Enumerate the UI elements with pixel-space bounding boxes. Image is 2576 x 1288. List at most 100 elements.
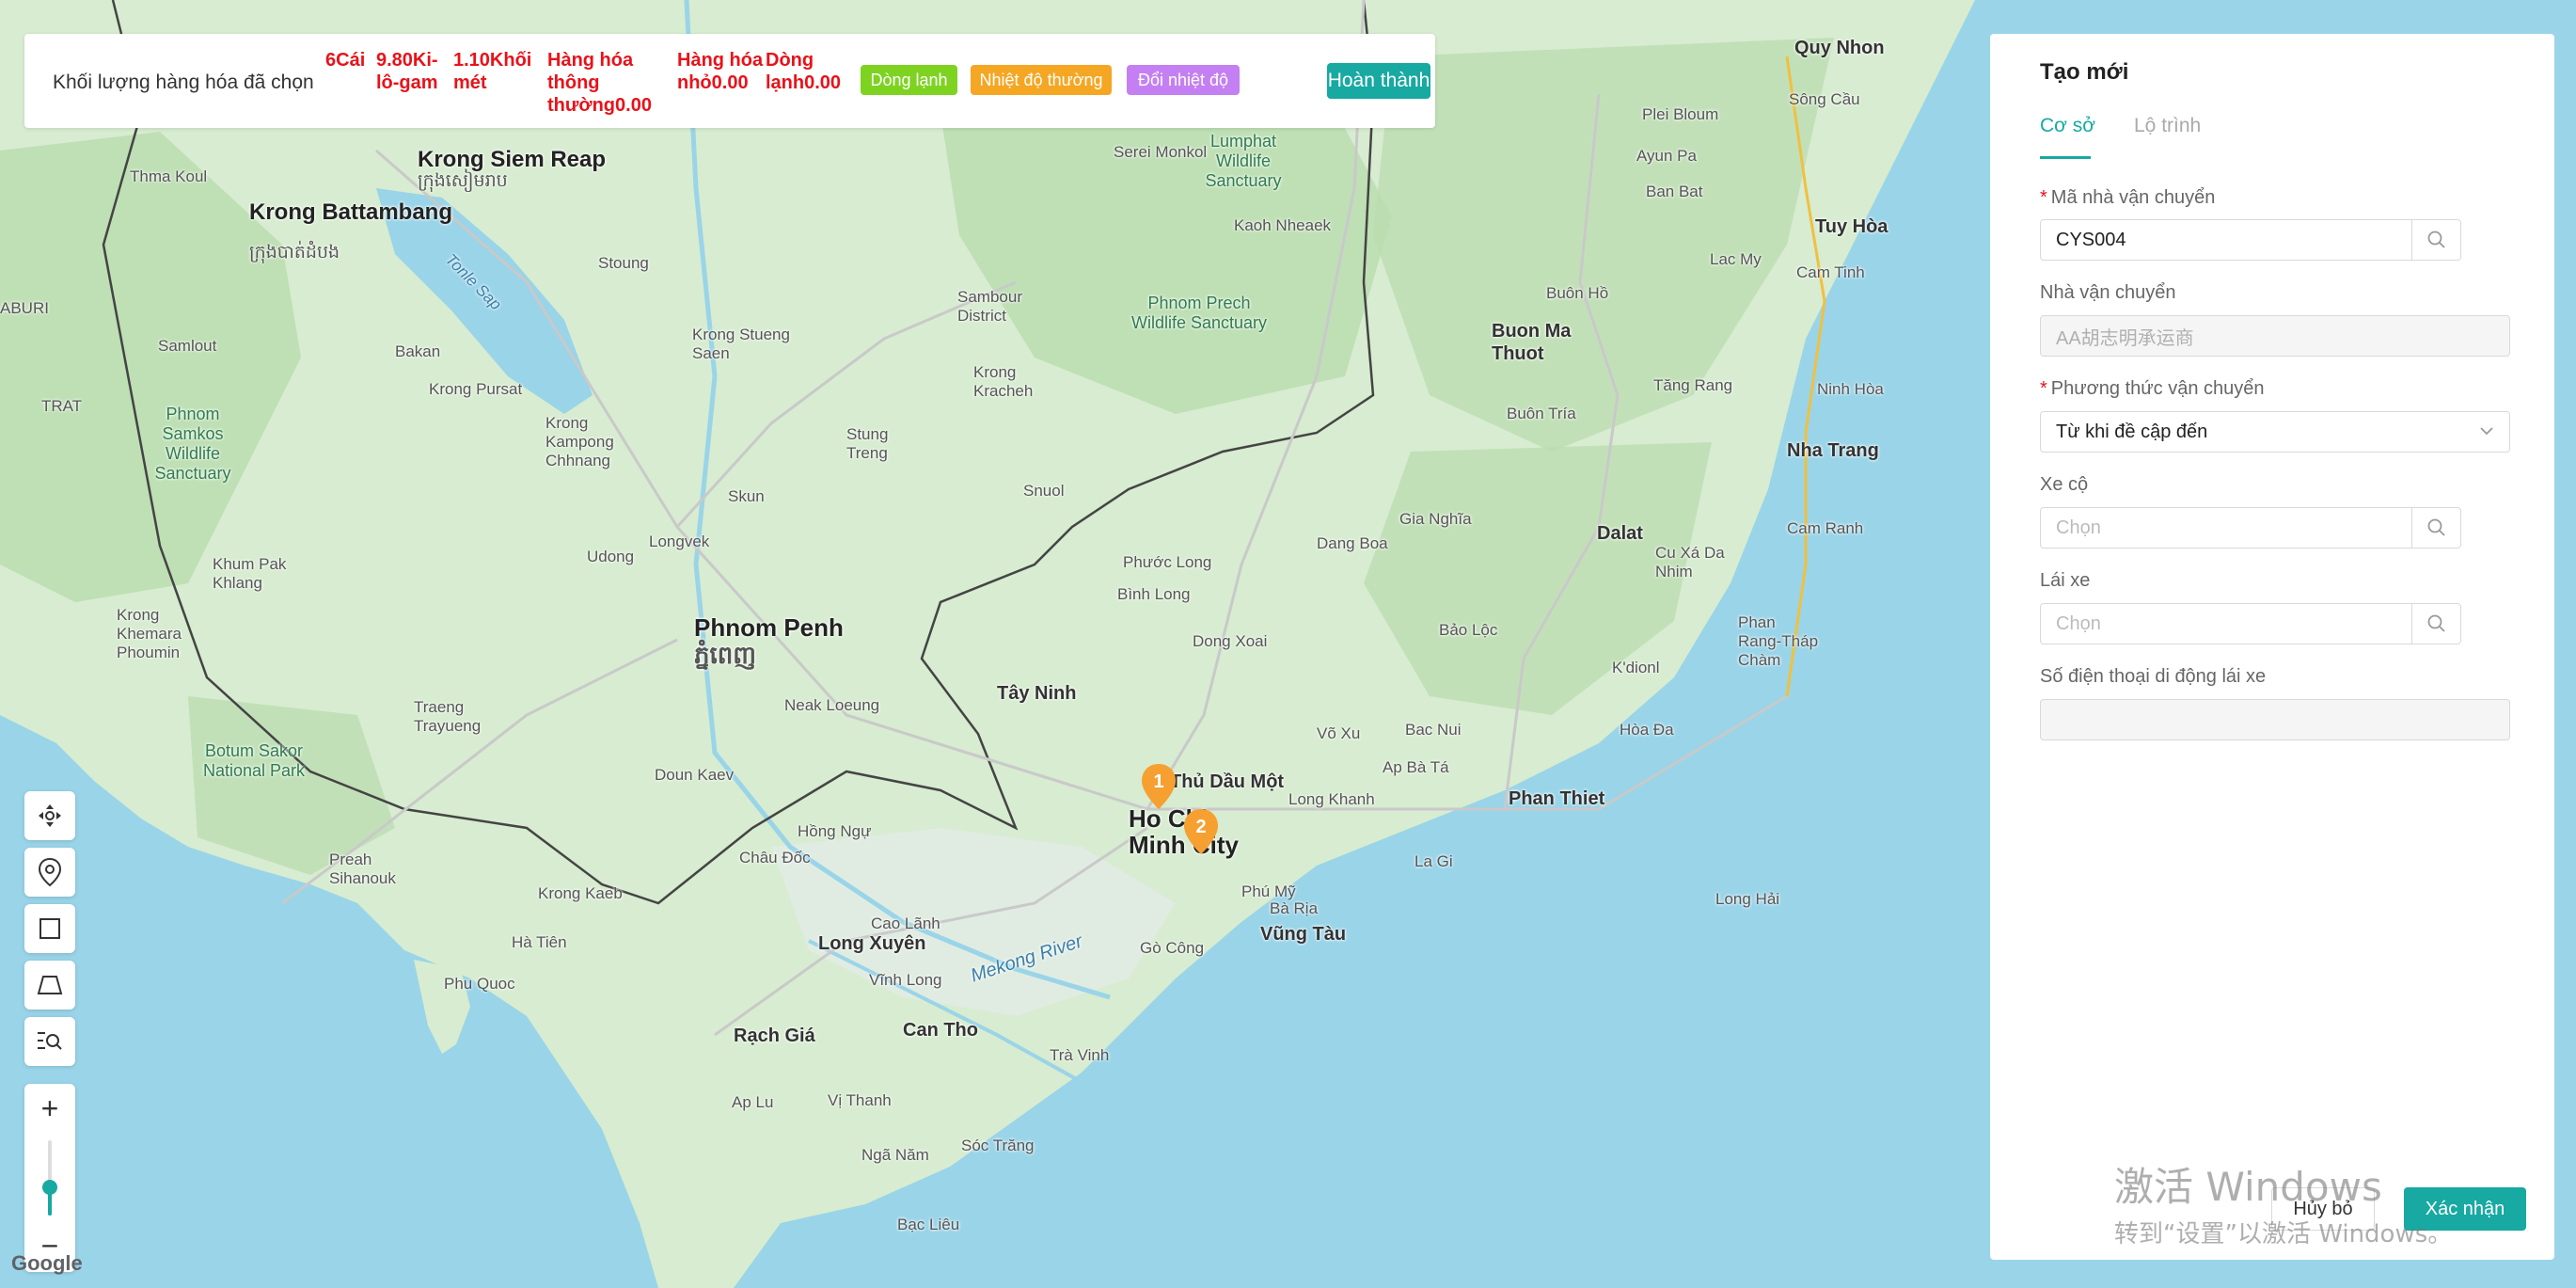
map-label-place: Long Hải xyxy=(1715,890,1780,908)
map-label-city: Nha Trang xyxy=(1787,440,1879,461)
map-label-place: Sóc Trăng xyxy=(961,1137,1035,1154)
map-label-place: Krong Kaeb xyxy=(538,884,623,902)
chevron-down-icon xyxy=(2480,427,2493,436)
list-search-icon xyxy=(38,1032,62,1050)
map-label-place: Bạc Liêu xyxy=(897,1216,960,1233)
tab-route[interactable]: Lộ trình xyxy=(2134,115,2201,137)
route-marker-label: 2 xyxy=(1195,817,1206,837)
tab-active-indicator xyxy=(2040,156,2091,159)
cargo-volume: 1.10Khối mét xyxy=(453,50,532,93)
map-label-place: Cam Tinh xyxy=(1796,263,1865,281)
search-icon xyxy=(2427,518,2445,536)
zoom-slider-handle[interactable] xyxy=(42,1180,57,1195)
vehicle-search-button[interactable] xyxy=(2411,508,2460,548)
create-panel: Tạo mới Cơ sở Lộ trình * Mã nhà vận chuyể… xyxy=(1990,34,2554,1260)
cargo-count: 6Cái xyxy=(325,50,366,71)
map-label-city: ភ្នំពេញ xyxy=(694,641,757,669)
google-logo: Google xyxy=(11,1251,83,1275)
carrier-field: AA胡志明承运商 xyxy=(2040,315,2510,357)
map-label-place: Neak Loeung xyxy=(784,696,880,714)
map-label-city: Dalat xyxy=(1597,523,1643,544)
carrier-label: Nhà vận chuyển xyxy=(2040,282,2176,303)
map-label-city: ក្រុងបាត់ដំបង xyxy=(249,243,340,262)
map-label-place: Hồng Ngự xyxy=(798,822,872,840)
map-label-city: Vũng Tàu xyxy=(1260,924,1347,945)
transport-method-select[interactable]: Từ khi đề cập đến xyxy=(2040,411,2510,453)
square-icon xyxy=(40,918,60,939)
map-label-city: Phan Thiet xyxy=(1509,788,1605,809)
location-pin-icon xyxy=(38,857,62,887)
search-icon xyxy=(2427,231,2445,248)
map-label-place: Dong Xoai xyxy=(1193,632,1268,650)
vehicle-input[interactable]: Chọn xyxy=(2040,507,2461,549)
driver-phone-field xyxy=(2040,699,2510,740)
map-label-place: Preah Sihanouk xyxy=(329,851,396,887)
map-label-place: K'dionl xyxy=(1612,659,1660,676)
marker-tool-button[interactable] xyxy=(24,848,75,897)
map-label-place: Phu Quoc xyxy=(444,975,515,993)
map-label-place: Cao Lãnh xyxy=(871,914,940,932)
move-icon xyxy=(39,804,61,827)
map-label-city: Long Xuyên xyxy=(818,933,926,954)
driver-label: Lái xe xyxy=(2040,570,2091,591)
tab-basic[interactable]: Cơ sở xyxy=(2040,115,2095,137)
map-label-place: TRAT xyxy=(41,397,83,415)
map-label-place: Traeng Trayueng xyxy=(414,698,482,735)
map-label-place: Bà Rịa xyxy=(1270,899,1319,917)
map-label-place: Serei Monkol xyxy=(1114,143,1208,161)
pan-tool-button[interactable] xyxy=(24,791,75,840)
done-button[interactable]: Hoàn thành xyxy=(1327,63,1430,99)
map-label-city: Quy Nhon xyxy=(1794,38,1885,58)
map-label-place: Trà Vinh xyxy=(1050,1046,1110,1064)
map-label-place: Krong Stueng Saen xyxy=(692,326,790,362)
map-label-place: Châu Đốc xyxy=(739,849,811,867)
map-label-city: Can Tho xyxy=(903,1020,978,1041)
rectangle-tool-button[interactable] xyxy=(24,904,75,953)
tag-cold-chain[interactable]: Dòng lạnh xyxy=(861,65,957,95)
map-label-city: Rạch Giá xyxy=(734,1026,815,1046)
zoom-slider[interactable] xyxy=(42,1140,57,1216)
map-label-place: Vĩnh Long xyxy=(869,971,942,989)
zoom-in-button[interactable]: + xyxy=(24,1089,75,1127)
carrier-code-value: CYS004 xyxy=(2056,229,2126,250)
map-label-place: Vị Thanh xyxy=(828,1091,892,1109)
transport-method-label: * Phương thức vận chuyển xyxy=(2040,378,2265,399)
carrier-code-search-button[interactable] xyxy=(2411,220,2460,260)
map-label-city: Thủ Dầu Một xyxy=(1170,771,1285,792)
map-label-place: Gò Công xyxy=(1140,939,1205,957)
tag-change-temp[interactable]: Đổi nhiệt độ xyxy=(1127,65,1240,95)
map-label-place: Khum Pak Khlang xyxy=(213,555,287,592)
cargo-cold: Dòng lạnh0.00 xyxy=(766,50,842,93)
driver-placeholder: Chọn xyxy=(2056,612,2101,634)
driver-search-button[interactable] xyxy=(2411,604,2460,644)
driver-input[interactable]: Chọn xyxy=(2040,603,2461,644)
map-label-place: ABURI xyxy=(0,299,49,317)
search-icon xyxy=(2427,614,2445,632)
cargo-summary-title: Khối lượng hàng hóa đã chọn xyxy=(53,72,314,93)
route-marker-1[interactable]: 1 xyxy=(1140,762,1177,811)
route-marker-2[interactable]: 2 xyxy=(1182,807,1220,856)
map-label-park: Phnom Prech Wildlife Sanctuary xyxy=(1130,294,1268,332)
map-label-place: Krong Kampong Chhnang xyxy=(545,414,614,469)
map-label-place: Stung Treng xyxy=(846,425,889,462)
map-label-place: Ngã Năm xyxy=(861,1146,929,1164)
carrier-code-input[interactable]: CYS004 xyxy=(2040,219,2461,261)
map-label-place: Phước Long xyxy=(1123,553,1212,571)
driver-phone-label: Số điện thoại di động lái xe xyxy=(2040,666,2267,687)
map-label-place: Udong xyxy=(587,548,635,565)
map-label-place: Bình Long xyxy=(1117,585,1191,603)
map-label-place: Tăng Rang xyxy=(1653,376,1733,394)
map-label-place: Ninh Hòa xyxy=(1817,380,1884,398)
polygon-tool-button[interactable] xyxy=(24,961,75,1010)
map-label-place: Bảo Lộc xyxy=(1439,621,1498,639)
watermark-line-2: 转到“设置”以激活 Windows。 xyxy=(2114,1220,2453,1248)
map-label-place: Bac Nui xyxy=(1405,721,1462,739)
map-label-place: Phú Mỹ xyxy=(1241,883,1296,900)
transport-method-value: Từ khi đề cập đến xyxy=(2056,421,2208,442)
tag-normal-temp[interactable]: Nhiệt độ thường xyxy=(971,65,1112,95)
map-label-place: Plei Bloum xyxy=(1642,105,1719,123)
cargo-weight: 9.80Ki-lô-gam xyxy=(376,50,438,93)
search-area-button[interactable] xyxy=(24,1017,75,1066)
map-label-place: Phan Rang-Tháp Chàm xyxy=(1738,613,1819,669)
vehicle-label: Xe cộ xyxy=(2040,474,2089,495)
